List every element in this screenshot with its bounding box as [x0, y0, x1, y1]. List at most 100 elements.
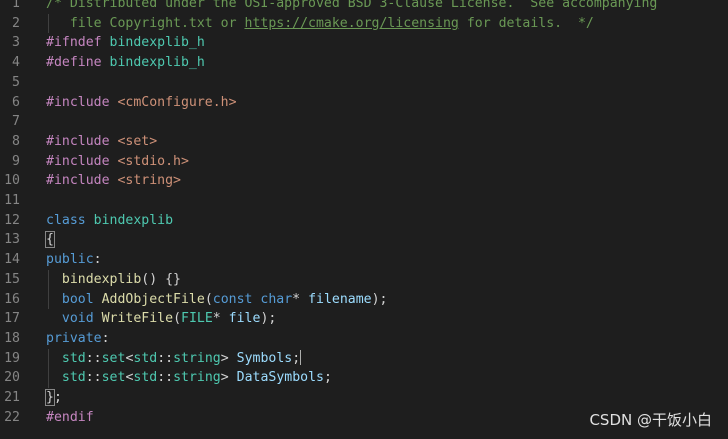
- code-line[interactable]: 19 std::set<std::string> Symbols;: [0, 349, 728, 369]
- code-line[interactable]: 21};: [0, 388, 728, 408]
- code-token: Symbols: [236, 350, 293, 366]
- line-code: #ifndef bindexplib_h: [46, 33, 205, 53]
- code-line[interactable]: 10 #include <string>: [0, 171, 728, 191]
- code-token: WriteFile: [101, 311, 174, 327]
- code-token: :: [101, 330, 110, 346]
- watermark: CSDN @干饭小白: [589, 411, 712, 429]
- code-line[interactable]: 6 #include <cmConfigure.h>: [0, 93, 728, 113]
- line-code: file Copyright.txt or https://cmake.org/…: [46, 14, 594, 34]
- line-code: private:: [46, 329, 110, 349]
- code-token: <cmConfigure.h>: [117, 94, 237, 110]
- code-token: string: [173, 350, 221, 366]
- line-code: #include <cmConfigure.h>: [46, 93, 237, 113]
- line-number: 2: [12, 15, 20, 31]
- code-token: bindexplib_h: [109, 35, 205, 51]
- code-token: https://cmake.org/licensing: [244, 15, 459, 31]
- code-token: (: [173, 311, 182, 327]
- code-line[interactable]: 17 void WriteFile(FILE* file);: [0, 309, 728, 329]
- code-token: #endif: [46, 409, 94, 425]
- code-token: <string>: [117, 173, 181, 189]
- code-token: AddObjectFile: [101, 291, 205, 307]
- code-token: #ifndef: [46, 35, 110, 51]
- code-token: set: [101, 370, 126, 386]
- line-code: std::set<std::string> DataSymbols;: [46, 368, 332, 388]
- code-token: #define: [46, 55, 110, 71]
- line-number: 1: [12, 0, 20, 11]
- line-number: 5: [12, 74, 20, 90]
- code-token: ::: [85, 370, 102, 386]
- code-token: (: [204, 291, 213, 307]
- code-token: file: [228, 311, 261, 327]
- code-line[interactable]: 16 bool AddObjectFile(const char* filena…: [0, 290, 728, 310]
- code-editor[interactable]: 1 /* Distributed under the OSI-approved B…: [0, 0, 728, 439]
- code-line[interactable]: 13 {: [0, 230, 728, 250]
- line-number: 15: [4, 271, 20, 287]
- code-token: ::: [157, 370, 174, 386]
- code-token: *: [212, 311, 229, 327]
- code-token: std: [61, 350, 86, 366]
- line-code: #include <stdio.h>: [46, 152, 189, 172]
- line-code: #include <set>: [46, 132, 157, 152]
- code-token: #include: [46, 173, 118, 189]
- code-line[interactable]: 4 #define bindexplib_h: [0, 53, 728, 73]
- text-cursor: [300, 350, 302, 366]
- line-number: 18: [4, 330, 20, 346]
- line-number: 13: [4, 232, 20, 248]
- code-token: *: [292, 291, 309, 307]
- code-token: bool: [61, 291, 102, 307]
- code-line[interactable]: 14 public:: [0, 250, 728, 270]
- line-number: 21: [4, 390, 20, 405]
- code-token: <stdio.h>: [117, 153, 189, 169]
- line-number: 6: [12, 94, 20, 110]
- code-token: :: [93, 252, 102, 268]
- code-line[interactable]: 9 #include <stdio.h>: [0, 152, 728, 172]
- code-token: std: [133, 370, 158, 386]
- code-line[interactable]: 12 class bindexplib: [0, 211, 728, 231]
- code-token: >: [220, 370, 237, 386]
- line-number: 8: [12, 133, 20, 149]
- code-line[interactable]: 5: [0, 73, 728, 93]
- code-line[interactable]: 1 /* Distributed under the OSI-approved B…: [0, 0, 728, 14]
- code-line[interactable]: 3 #ifndef bindexplib_h: [0, 33, 728, 53]
- line-number: 3: [12, 35, 20, 51]
- code-token: ::: [157, 350, 174, 366]
- code-token: ;: [323, 370, 332, 386]
- code-token: for details. */: [458, 15, 594, 31]
- code-token: bindexplib: [61, 271, 142, 287]
- code-token: filename: [308, 291, 372, 307]
- code-token: std: [133, 350, 158, 366]
- code-token: const char: [212, 291, 293, 307]
- line-number: 12: [4, 212, 20, 228]
- code-token: void: [61, 311, 102, 327]
- code-line[interactable]: 11: [0, 191, 728, 211]
- line-code: #define bindexplib_h: [46, 53, 205, 73]
- code-token: {: [45, 231, 55, 249]
- code-line[interactable]: 20 std::set<std::string> DataSymbols;: [0, 368, 728, 388]
- code-token: () {}: [141, 271, 181, 287]
- code-line[interactable]: 18 private:: [0, 329, 728, 349]
- code-token: <set>: [117, 133, 158, 149]
- line-number: 9: [12, 153, 20, 169]
- line-code: void WriteFile(FILE* file);: [46, 309, 276, 329]
- line-number: 7: [12, 114, 20, 130]
- code-line[interactable]: 8 #include <set>: [0, 132, 728, 152]
- line-number: 19: [4, 350, 20, 366]
- code-line[interactable]: 2 file Copyright.txt or https://cmake.or…: [0, 14, 728, 34]
- code-token: string: [173, 370, 221, 386]
- code-token: ;: [292, 350, 301, 366]
- code-token: DataSymbols: [236, 370, 324, 386]
- code-token: private: [46, 330, 102, 346]
- code-token: #include: [46, 94, 118, 110]
- code-token: class: [46, 212, 94, 228]
- line-code: #endif: [46, 408, 94, 428]
- line-number: 10: [4, 173, 20, 189]
- code-line[interactable]: 7: [0, 112, 728, 132]
- line-code: std::set<std::string> Symbols;: [46, 349, 302, 369]
- code-token: public: [46, 252, 94, 268]
- line-number: 20: [4, 370, 20, 386]
- code-line[interactable]: 15 bindexplib() {}: [0, 270, 728, 290]
